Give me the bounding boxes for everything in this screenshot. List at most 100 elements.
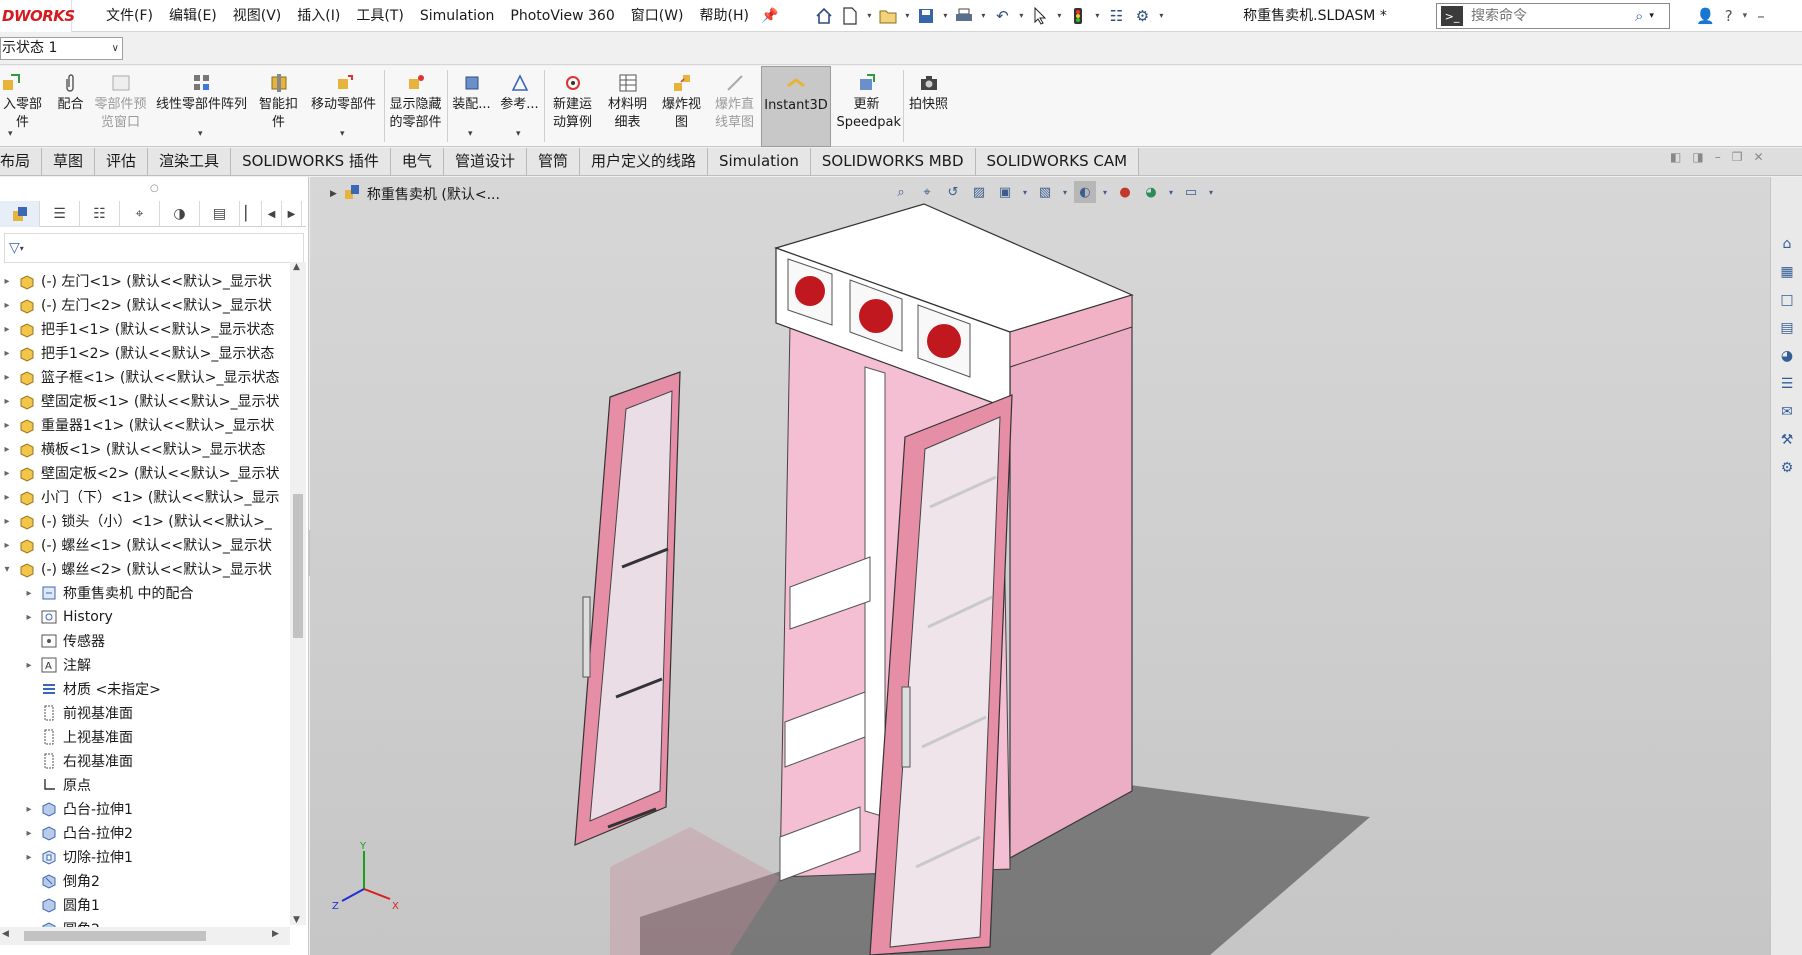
expand-arrow-icon[interactable]: ▸ [0,540,14,551]
tree-vertical-scrollbar[interactable]: ▲ ▼ [290,262,306,925]
menu-view[interactable]: 视图(V) [225,0,290,32]
select-cursor-icon[interactable] [1028,4,1052,28]
property-manager-tab-icon[interactable]: ☰ [40,201,80,227]
menu-edit[interactable]: 编辑(E) [161,0,225,32]
chevron-down-icon[interactable]: ▾ [340,125,345,143]
restore-icon[interactable]: ❐ [1732,150,1743,164]
chevron-right-icon[interactable]: ▶ [282,201,302,227]
user-icon[interactable]: 👤 [1696,7,1715,25]
tile-right-icon[interactable]: ◨ [1692,150,1703,164]
menu-tools[interactable]: 工具(T) [348,0,411,32]
chevron-down-icon[interactable]: ▾ [516,125,521,143]
reference-geometry-button[interactable]: 参考... ▾ [496,66,544,147]
command-search[interactable]: >_ ⌕ ▾ [1436,3,1670,29]
expand-arrow-icon[interactable]: ▸ [0,420,14,431]
forum-icon[interactable]: ✉ [1773,399,1801,425]
tab-mbd[interactable]: SOLIDWORKS MBD [810,148,976,175]
configuration-manager-tab-icon[interactable]: ☷ [80,201,120,227]
traffic-light-icon[interactable] [1066,4,1090,28]
tab-simulation[interactable]: Simulation [707,148,811,175]
expand-arrow-icon[interactable]: ▸ [0,348,14,359]
tree-item-fillet1[interactable]: 圆角1 [0,893,290,917]
chevron-down-icon[interactable]: ▾ [1092,11,1102,20]
tree-item-component[interactable]: ▸ 小门（下）<1> (默认<<默认>_显示 [0,485,290,509]
assembly-features-button[interactable]: 装配... ▾ [448,66,496,147]
search-icon[interactable]: ⌕ [1635,7,1643,25]
expand-arrow-icon[interactable]: ▸ [22,804,36,815]
chevron-down-icon[interactable]: ▾ [20,244,24,253]
expand-arrow-icon[interactable]: ▸ [22,852,36,863]
save-icon[interactable] [914,4,938,28]
tab-layout[interactable]: 布局 [0,148,43,175]
dimxpert-tab-icon[interactable]: ⌖ [120,201,160,227]
gear-icon[interactable]: ⚙ [1130,4,1154,28]
tree-item-front-plane[interactable]: 前视基准面 [0,701,290,725]
print-icon[interactable] [952,4,976,28]
explode-line-sketch-button[interactable]: 爆炸直线草图 [709,66,761,147]
chevron-down-icon[interactable]: ∨ [112,38,119,59]
file-properties-icon[interactable]: ☷ [1104,4,1128,28]
mate-button[interactable]: 配合 [50,66,92,147]
tree-item-component[interactable]: ▸ (-) 螺丝<1> (默认<<默认>_显示状 [0,533,290,557]
expand-arrow-icon[interactable]: ▸ [0,444,14,455]
tree-item-origin[interactable]: 原点 [0,773,290,797]
tree-item-annotations[interactable]: ▸ A 注解 [0,653,290,677]
expand-arrow-icon[interactable]: ▸ [22,828,36,839]
tab-piping[interactable]: 管道设计 [443,148,527,175]
home-icon[interactable] [812,4,836,28]
tree-item-component[interactable]: ▸ 壁固定板<2> (默认<<默认>_显示状 [0,461,290,485]
search-input[interactable] [1471,8,1631,24]
scroll-right-icon[interactable]: ▶ [272,929,279,939]
tree-item-boss-extrude1[interactable]: ▸ 凸台-拉伸1 [0,797,290,821]
bill-of-materials-button[interactable]: 材料明细表 [601,66,655,147]
scroll-left-icon[interactable]: ◀ [2,929,9,939]
tab-user-routes[interactable]: 用户定义的线路 [579,148,708,175]
tab-cam[interactable]: SOLIDWORKS CAM [975,148,1140,175]
pin-icon[interactable]: 📌 [761,8,778,24]
chevron-down-icon[interactable]: ▾ [902,11,912,20]
show-hidden-components-button[interactable]: 显示隐藏的零部件 [385,66,447,147]
minimize-icon[interactable]: – [1715,150,1721,164]
expand-arrow-icon[interactable]: ▸ [0,468,14,479]
tab-evaluate[interactable]: 评估 [95,148,149,175]
tab-render-tools[interactable]: 渲染工具 [148,148,232,175]
chevron-down-icon[interactable]: ▾ [1156,11,1166,20]
chevron-down-icon[interactable]: ▾ [978,11,988,20]
open-folder-icon[interactable] [876,4,900,28]
filter-icon[interactable]: ▽ [9,240,20,256]
tree-item-history[interactable]: ▸ History [0,605,290,629]
chevron-down-icon[interactable]: ▾ [1743,11,1748,21]
menu-photoview[interactable]: PhotoView 360 [502,0,622,32]
feature-tree-tab-icon[interactable] [0,201,40,227]
solidworks-resources-icon[interactable]: ⚙ [1773,455,1801,481]
tree-item-material[interactable]: 材质 <未指定> [0,677,290,701]
menu-window[interactable]: 窗口(W) [623,0,692,32]
tree-item-top-plane[interactable]: 上视基准面 [0,725,290,749]
expand-arrow-icon[interactable]: ▸ [0,396,14,407]
appearances-icon[interactable]: ◕ [1773,343,1801,369]
collapse-arrow-icon[interactable]: ▾ [0,564,14,575]
expand-arrow-icon[interactable]: ▸ [22,612,36,623]
display-manager-tab-icon[interactable]: ◑ [160,201,200,227]
tab-electrical[interactable]: 电气 [390,148,444,175]
undo-icon[interactable]: ↶ [990,4,1014,28]
tree-item-component[interactable]: ▸ (-) 左门<2> (默认<<默认>_显示状 [0,293,290,317]
menu-simulation[interactable]: Simulation [412,0,503,32]
chevron-left-icon[interactable]: ◀ [262,201,282,227]
tree-filter[interactable]: ▽ ▾ [4,233,304,263]
chevron-down-icon[interactable]: ▾ [8,125,13,143]
insert-components-button[interactable]: 入零部件 ▾ [0,66,50,147]
close-icon[interactable]: ✕ [1753,150,1763,164]
tile-left-icon[interactable]: ◧ [1670,150,1681,164]
expand-arrow-icon[interactable]: ▸ [0,300,14,311]
tree-item-component[interactable]: ▸ 重量器1<1> (默认<<默认>_显示状 [0,413,290,437]
file-explorer-icon[interactable]: □ [1773,287,1801,313]
chevron-down-icon[interactable]: ▾ [468,125,473,143]
scrollbar-thumb[interactable] [293,494,303,638]
tab-addins[interactable]: SOLIDWORKS 插件 [231,148,391,175]
expand-arrow-icon[interactable]: ▸ [0,276,14,287]
take-snapshot-button[interactable]: 拍快照 [904,66,954,147]
solidworks-logo[interactable]: DWORKS [0,0,75,32]
tree-item-component[interactable]: ▸ 横板<1> (默认<<默认>_显示状态 [0,437,290,461]
cam-tab-icon[interactable]: ▤ [200,201,240,227]
